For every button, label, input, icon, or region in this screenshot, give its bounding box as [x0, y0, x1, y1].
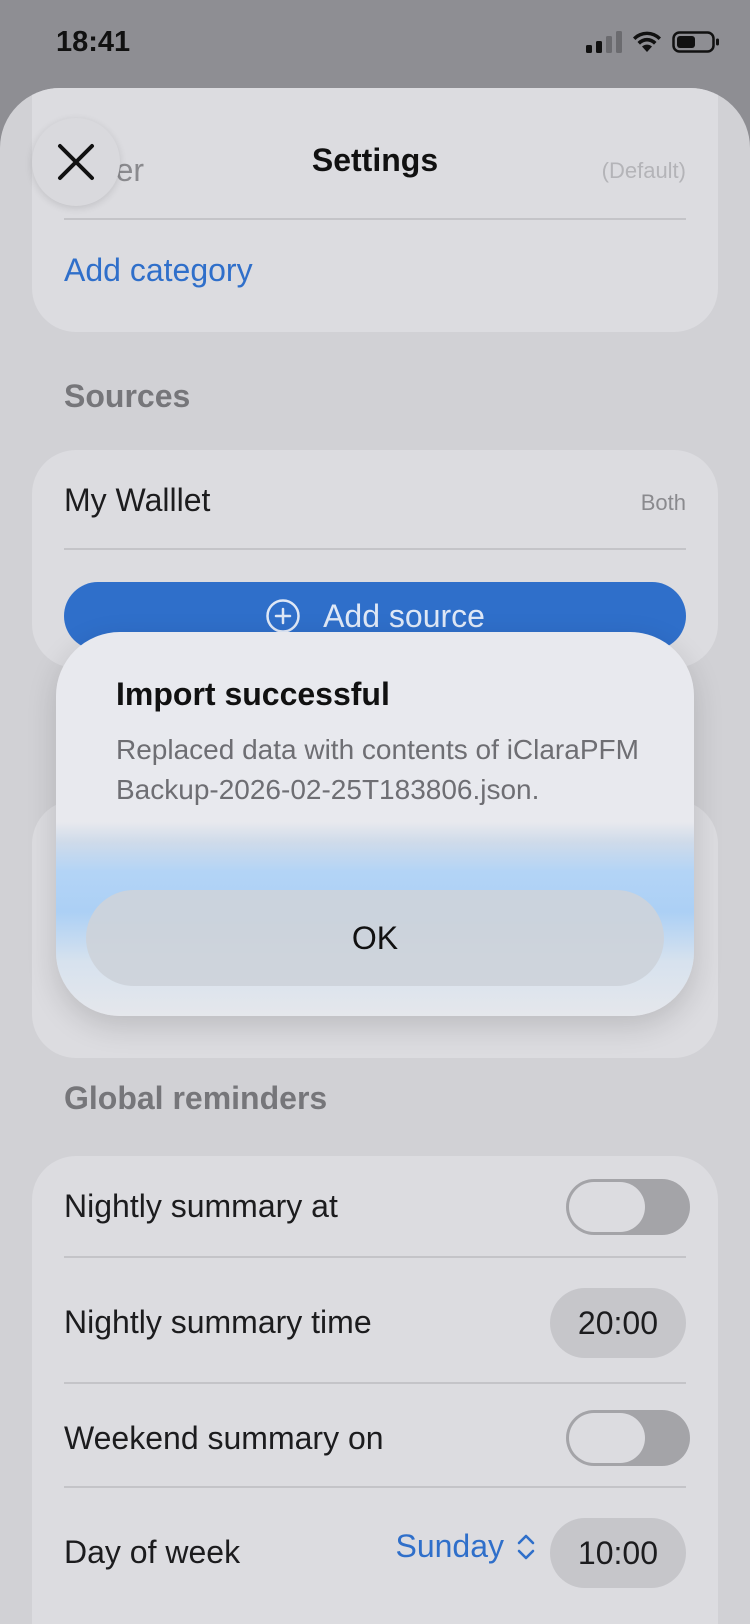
status-icons	[586, 30, 720, 54]
ok-button[interactable]: OK	[86, 890, 664, 986]
weekend-time-picker[interactable]: 10:00	[549, 1518, 686, 1588]
global-reminders-card: Nightly summary at Nightly summary time …	[32, 1156, 718, 1624]
wifi-icon	[633, 31, 661, 52]
source-item-name[interactable]: My Walllet	[64, 482, 210, 519]
day-of-week-label: Day of week	[64, 1534, 241, 1570]
add-source-label: Add source	[323, 597, 485, 634]
page-title: Settings	[311, 142, 439, 178]
nightly-time-picker[interactable]: 20:00	[549, 1288, 686, 1358]
weekend-summary-toggle[interactable]	[566, 1410, 690, 1466]
categories-card: Other (Default) Add category	[32, 88, 718, 332]
divider	[64, 548, 686, 550]
nightly-summary-label: Nightly summary at	[64, 1188, 338, 1224]
divider	[64, 218, 686, 220]
sources-header: Sources	[64, 378, 191, 414]
battery-icon	[672, 31, 719, 53]
import-success-alert: Import successful Replaced data with con…	[56, 632, 694, 1016]
divider	[64, 1256, 686, 1258]
plus-circle-icon	[266, 599, 300, 633]
day-of-week-value: Sunday	[395, 1528, 504, 1564]
nightly-time-label: Nightly summary time	[64, 1304, 372, 1340]
global-reminders-header: Global reminders	[64, 1080, 328, 1116]
cellular-signal-icon	[586, 31, 622, 53]
status-bar: 18:41	[0, 0, 750, 90]
source-item-type: Both	[640, 490, 686, 515]
day-of-week-selector[interactable]: Sunday	[395, 1528, 536, 1565]
add-category-link[interactable]: Add category	[64, 252, 253, 289]
status-time: 18:41	[56, 26, 131, 58]
weekend-summary-label: Weekend summary on	[64, 1420, 384, 1456]
divider	[64, 1382, 686, 1384]
chevron-up-down-icon	[517, 1534, 535, 1559]
alert-title: Import successful	[116, 676, 390, 712]
alert-message: Replaced data with contents of iClaraPFM…	[116, 734, 639, 805]
divider	[64, 1486, 686, 1488]
nightly-summary-toggle[interactable]	[566, 1179, 690, 1235]
